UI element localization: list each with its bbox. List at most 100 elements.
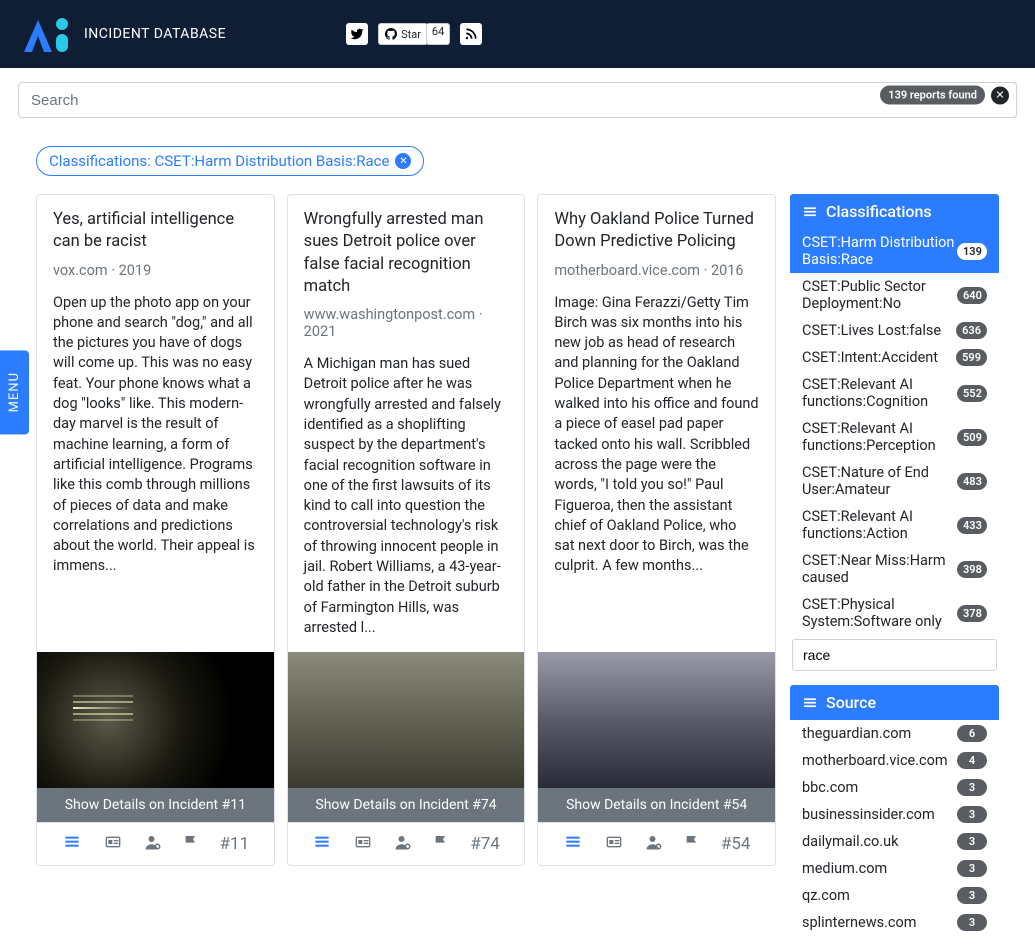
facet-item-label: medium.com	[802, 860, 887, 877]
facet-item-label: CSET:Nature of End User:Amateur	[802, 464, 957, 498]
user-icon[interactable]	[144, 833, 162, 855]
show-details-button[interactable]: Show Details on Incident #54	[538, 788, 775, 822]
facet-item-count: 3	[957, 806, 987, 823]
rss-icon[interactable]	[460, 23, 482, 45]
logo-icon	[18, 14, 74, 54]
card-footer: #11	[37, 822, 274, 865]
facet-header[interactable]: Source	[790, 685, 999, 720]
facet-item[interactable]: CSET:Near Miss:Harm caused398	[790, 547, 999, 591]
card-title[interactable]: Wrongfully arrested man sues Detroit pol…	[304, 209, 509, 298]
flag-icon[interactable]	[433, 833, 449, 855]
facet-item[interactable]: qz.com 3	[790, 882, 999, 909]
facet-item[interactable]: CSET:Relevant AI functions:Perception509	[790, 415, 999, 459]
twitter-icon[interactable]	[346, 23, 368, 45]
facet-item-label: bbc.com	[802, 779, 858, 796]
brand-text: INCIDENT DATABASE	[84, 26, 226, 42]
facet-item-label: CSET:Relevant AI functions:Cognition	[802, 376, 957, 410]
facet-item[interactable]: dailymail.co.uk 3	[790, 828, 999, 855]
filter-chip[interactable]: Classifications: CSET:Harm Distribution …	[36, 146, 424, 176]
facet-item-count: 3	[957, 860, 987, 877]
card-title[interactable]: Why Oakland Police Turned Down Predictiv…	[554, 209, 759, 254]
facet-item[interactable]: medium.com 3	[790, 855, 999, 882]
facet-item-label: CSET:Relevant AI functions:Action	[802, 508, 957, 542]
app-header: INCIDENT DATABASE Star 64	[0, 0, 1035, 68]
facet-item-count: 483	[957, 473, 987, 490]
card-image	[37, 652, 274, 788]
facet-item-count: 3	[957, 779, 987, 796]
facet-item[interactable]: CSET:Physical System:Software only378	[790, 591, 999, 635]
facet-item[interactable]: theguardian.com6	[790, 720, 999, 747]
menu-tab[interactable]: MENU	[0, 350, 29, 434]
facet-title: Classifications	[826, 202, 932, 221]
list-icon	[802, 205, 818, 219]
id-card-icon[interactable]	[604, 834, 624, 854]
facet-item[interactable]: businessinsider.com3	[790, 801, 999, 828]
card-meta: www.washingtonpost.com · 2021	[304, 306, 509, 340]
card-meta: motherboard.vice.com · 2016	[554, 262, 759, 279]
facet-item-count: 3	[957, 887, 987, 904]
brand-logo[interactable]: INCIDENT DATABASE	[18, 14, 226, 54]
facet-item-count: 636	[956, 322, 987, 339]
card-image	[288, 652, 525, 788]
result-count-badge: 139 reports found	[880, 86, 985, 105]
facet-item[interactable]: CSET:Harm Distribution Basis:Race139	[790, 229, 999, 273]
id-card-icon[interactable]	[103, 834, 123, 854]
card-excerpt: Image: Gina Ferazzi/Getty Tim Birch was …	[554, 293, 759, 577]
facet-item-label: CSET:Intent:Accident	[802, 349, 938, 366]
facet-title: Source	[826, 693, 876, 712]
facet-search-input[interactable]	[792, 639, 997, 671]
github-star-button[interactable]: Star	[378, 23, 428, 45]
github-star-label: Star	[401, 28, 421, 41]
github-star-count[interactable]: 64	[426, 23, 450, 45]
facet-header[interactable]: Classifications	[790, 194, 999, 229]
filter-chip-label: Classifications: CSET:Harm Distribution …	[49, 152, 389, 170]
facet-item[interactable]: CSET:Relevant AI functions:Action433	[790, 503, 999, 547]
facet-source: Source theguardian.com6motherboard.vice.…	[790, 685, 999, 936]
card-title[interactable]: Yes, artificial intelligence can be raci…	[53, 209, 258, 254]
user-icon[interactable]	[645, 833, 663, 855]
facet-item-count: 509	[957, 429, 987, 446]
facet-item-label: CSET:Harm Distribution Basis:Race	[802, 234, 957, 268]
view-card-icon[interactable]	[62, 834, 82, 854]
remove-filter-icon[interactable]: ✕	[395, 153, 411, 169]
facet-item[interactable]: splinternews.com 3	[790, 909, 999, 936]
facet-item[interactable]: CSET:Nature of End User:Amateur483	[790, 459, 999, 503]
flag-icon[interactable]	[183, 833, 199, 855]
search-input[interactable]	[18, 82, 1017, 118]
view-card-icon[interactable]	[563, 834, 583, 854]
id-card-icon[interactable]	[353, 834, 373, 854]
card-image	[538, 652, 775, 788]
show-details-button[interactable]: Show Details on Incident #74	[288, 788, 525, 822]
facet-item-count: 433	[957, 517, 987, 534]
flag-icon[interactable]	[684, 833, 700, 855]
facet-item-label: splinternews.com	[802, 914, 917, 931]
card-excerpt: Open up the photo app on your phone and …	[53, 293, 258, 577]
result-card: Wrongfully arrested man sues Detroit pol…	[287, 194, 526, 866]
facet-item-count: 3	[957, 914, 987, 931]
results-grid: Yes, artificial intelligence can be raci…	[36, 194, 776, 866]
incident-hash[interactable]: #11	[220, 834, 250, 854]
incident-hash[interactable]: #54	[721, 834, 751, 854]
facet-item[interactable]: CSET:Lives Lost:false 636	[790, 317, 999, 344]
clear-search-icon[interactable]: ✕	[991, 86, 1009, 104]
facet-item[interactable]: bbc.com 3	[790, 774, 999, 801]
facets-sidebar: Classifications CSET:Harm Distribution B…	[790, 194, 999, 950]
facet-item-label: theguardian.com	[802, 725, 911, 742]
facet-item-count: 552	[957, 385, 987, 402]
card-meta: vox.com · 2019	[53, 262, 258, 279]
facet-item[interactable]: CSET:Relevant AI functions:Cognition552	[790, 371, 999, 415]
facet-classifications: Classifications CSET:Harm Distribution B…	[790, 194, 999, 671]
facet-item-label: qz.com	[802, 887, 850, 904]
user-icon[interactable]	[394, 833, 412, 855]
facet-item-label: CSET:Lives Lost:false	[802, 322, 941, 339]
facet-item-count: 3	[957, 833, 987, 850]
facet-item[interactable]: CSET:Intent:Accident599	[790, 344, 999, 371]
active-filters: Classifications: CSET:Harm Distribution …	[0, 122, 1035, 194]
facet-item-label: dailymail.co.uk	[802, 833, 898, 850]
view-card-icon[interactable]	[312, 834, 332, 854]
incident-hash[interactable]: #74	[470, 834, 500, 854]
result-card: Yes, artificial intelligence can be raci…	[36, 194, 275, 866]
facet-item-label: CSET:Near Miss:Harm caused	[802, 552, 957, 586]
facet-item[interactable]: CSET:Public Sector Deployment:No640	[790, 273, 999, 317]
show-details-button[interactable]: Show Details on Incident #11	[37, 788, 274, 822]
